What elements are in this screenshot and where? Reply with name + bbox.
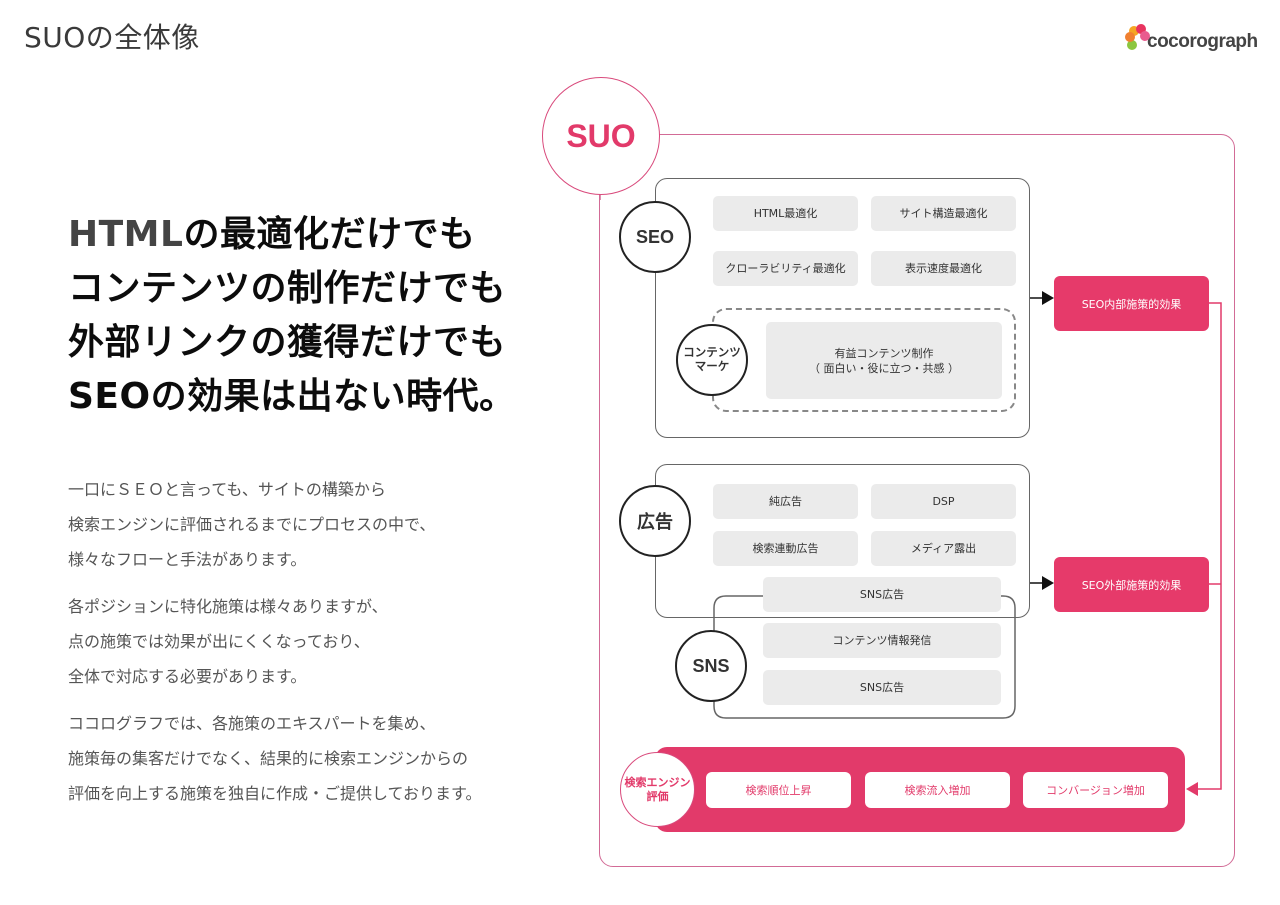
seo-effect-arrow-icon (1042, 291, 1054, 305)
sns-item: コンテンツ情報発信 (763, 623, 1001, 658)
evaluation-item: コンバージョン増加 (1023, 772, 1168, 808)
evaluation-item: 検索流入増加 (865, 772, 1010, 808)
content-marketing-circle: コンテンツ マーケ (676, 324, 748, 396)
seo-circle: SEO (619, 201, 691, 273)
seo-external-effect: SEO外部施策的効果 (1054, 557, 1209, 612)
eval-label-line-1: 検索エンジン (624, 775, 691, 789)
evaluation-item: 検索順位上昇 (706, 772, 851, 808)
eval-label-line-2: 評価 (646, 789, 669, 803)
suo-diagram: HTML最適化 サイト構造最適化 クローラビリティ最適化 表示速度最適化 有益コ… (0, 0, 1280, 905)
ads-circle: 広告 (619, 485, 691, 557)
suo-root-circle: SUO (542, 77, 660, 195)
sns-item: SNS広告 (763, 670, 1001, 705)
shared-sns-ads-item: SNS広告 (763, 577, 1001, 612)
ads-effect-arrow-icon (1042, 576, 1054, 590)
cm-label-line-1: コンテンツ (683, 347, 741, 359)
evaluation-arrow-icon (1186, 782, 1198, 796)
cm-label-line-2: マーケ (694, 361, 730, 373)
seo-internal-effect: SEO内部施策的効果 (1054, 276, 1209, 331)
evaluation-circle: 検索エンジン 評価 (620, 752, 695, 827)
sns-circle: SNS (675, 630, 747, 702)
effect-to-evaluation-line (1196, 302, 1222, 790)
